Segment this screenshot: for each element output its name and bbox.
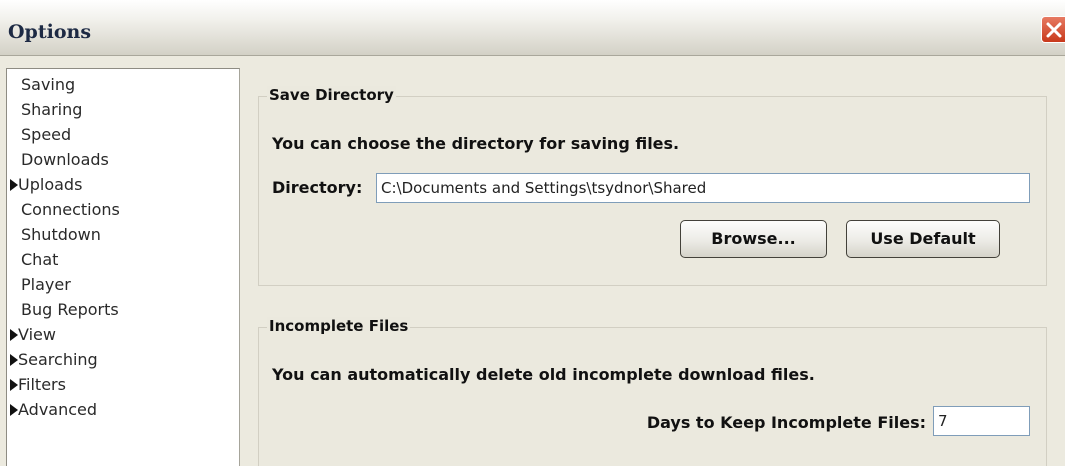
tree-item-sharing[interactable]: Sharing [7, 97, 237, 122]
tree-item-player[interactable]: Player [7, 272, 237, 297]
tree-item-searching[interactable]: Searching [7, 347, 237, 372]
expand-arrow-icon[interactable] [10, 404, 18, 416]
close-x-icon [1046, 22, 1062, 38]
tree-item-label: Connections [21, 200, 120, 219]
tree-item-label: Speed [21, 125, 72, 144]
tree-item-saving[interactable]: Saving [7, 72, 237, 97]
tree-item-filters[interactable]: Filters [7, 372, 237, 397]
title-bar[interactable]: Options [0, 0, 1065, 56]
save-directory-description: You can choose the directory for saving … [272, 134, 680, 153]
options-tree[interactable]: Saving Sharing Speed Downloads Uploads C… [6, 68, 240, 466]
expand-arrow-icon[interactable] [10, 354, 18, 366]
tree-item-label: View [18, 325, 56, 344]
tree-item-label: Sharing [21, 100, 83, 119]
tree-item-chat[interactable]: Chat [7, 247, 237, 272]
tree-item-label: Player [21, 275, 71, 294]
tree-item-label: Shutdown [21, 225, 101, 244]
directory-input[interactable]: C:\Documents and Settings\tsydnor\Shared [376, 173, 1030, 203]
tree-item-speed[interactable]: Speed [7, 122, 237, 147]
tree-item-downloads[interactable]: Downloads [7, 147, 237, 172]
close-button[interactable] [1041, 16, 1065, 43]
tree-item-label: Searching [18, 350, 98, 369]
tree-item-label: Saving [21, 75, 76, 94]
tree-item-label: Advanced [18, 400, 98, 419]
incomplete-files-description: You can automatically delete old incompl… [272, 365, 815, 384]
expand-arrow-icon[interactable] [10, 329, 18, 341]
tree-item-shutdown[interactable]: Shutdown [7, 222, 237, 247]
tree-item-advanced[interactable]: Advanced [7, 397, 237, 422]
tree-item-label: Chat [21, 250, 59, 269]
incomplete-files-group: Incomplete Files You can automatically d… [258, 317, 1047, 466]
tree-item-label: Bug Reports [21, 300, 119, 319]
tree-item-view[interactable]: View [7, 322, 237, 347]
days-to-keep-label: Days to Keep Incomplete Files: [646, 413, 926, 432]
tree-item-label: Uploads [18, 175, 83, 194]
expand-arrow-icon[interactable] [10, 179, 18, 191]
tree-item-label: Filters [18, 375, 66, 394]
browse-button[interactable]: Browse... [680, 220, 827, 258]
tree-item-bug-reports[interactable]: Bug Reports [7, 297, 237, 322]
save-directory-group: Save Directory You can choose the direct… [258, 86, 1047, 286]
save-directory-title: Save Directory [267, 86, 396, 104]
tree-item-uploads[interactable]: Uploads [7, 172, 237, 197]
incomplete-files-title: Incomplete Files [267, 317, 411, 335]
window-title: Options [8, 21, 92, 43]
days-to-keep-input[interactable]: 7 [933, 406, 1030, 436]
tree-item-connections[interactable]: Connections [7, 197, 237, 222]
use-default-button[interactable]: Use Default [846, 220, 1000, 258]
directory-label: Directory: [272, 178, 363, 197]
tree-item-label: Downloads [21, 150, 109, 169]
expand-arrow-icon[interactable] [10, 379, 18, 391]
